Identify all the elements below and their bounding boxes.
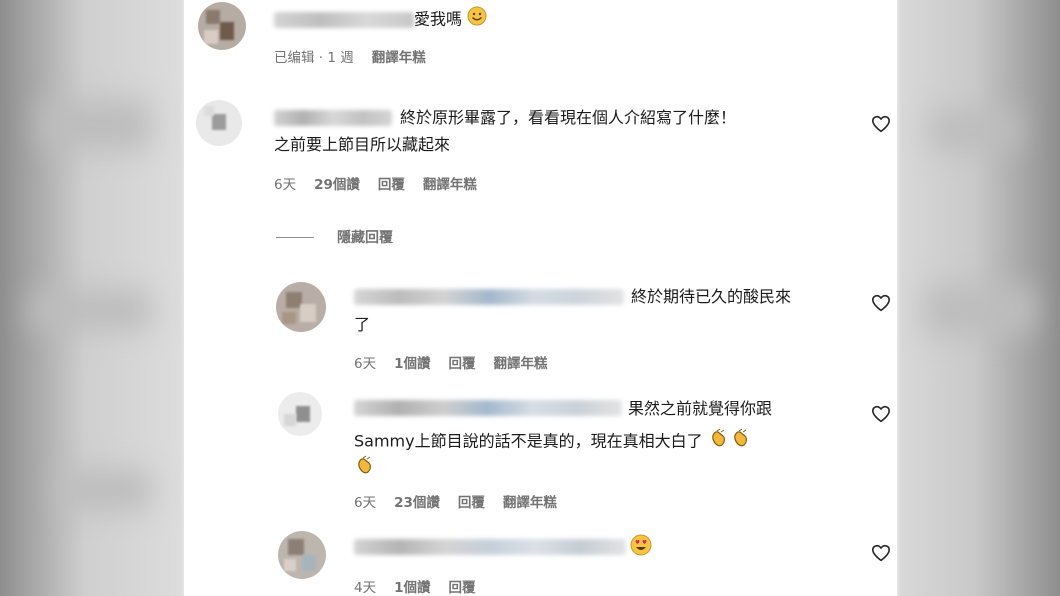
comments-panel: 愛我嗎 已编辑 · 1 週 翻譯年糕 終於原形畢露了，看看現在個人介紹寫了什麼！…: [184, 0, 897, 596]
avatar[interactable]: [196, 100, 242, 146]
avatar[interactable]: [278, 531, 326, 579]
translate-button[interactable]: 翻譯年糕: [494, 352, 548, 372]
clapping-hands-icon: [730, 427, 752, 457]
reply-button[interactable]: 回覆: [449, 576, 476, 596]
edited-label: 已编辑 · 1 週: [274, 50, 354, 66]
reply-button[interactable]: 回覆: [378, 173, 405, 193]
smiling-face-icon: [467, 6, 487, 34]
avatar[interactable]: [278, 392, 322, 436]
translate-button[interactable]: 翻譯年糕: [423, 173, 477, 193]
reply-meta: 4天 1個讚 回覆: [354, 576, 476, 596]
like-heart-icon[interactable]: [871, 544, 891, 562]
like-heart-icon[interactable]: [871, 115, 891, 133]
comment-text-line2: 之前要上節目所以藏起來: [274, 135, 451, 154]
translate-button[interactable]: 翻譯年糕: [372, 46, 426, 66]
clapping-hands-icon: [708, 427, 730, 457]
username-blurred[interactable]: [354, 400, 622, 416]
divider-line: [276, 237, 314, 238]
comment-text: 愛我嗎: [414, 6, 487, 34]
heart-eyes-icon: [630, 534, 652, 564]
background-blur-left-1: [40, 100, 150, 150]
likes-count[interactable]: 1個讚: [394, 352, 430, 372]
avatar[interactable]: [276, 282, 326, 332]
translate-button[interactable]: 翻譯年糕: [503, 491, 557, 511]
username-blurred[interactable]: [354, 289, 624, 305]
background-blur-right-2: [930, 110, 1020, 150]
comment-meta: 6天 29個讚 回覆 翻譯年糕: [274, 173, 477, 193]
likes-count[interactable]: 23個讚: [394, 491, 440, 511]
reply-meta: 6天 23個讚 回覆 翻譯年糕: [354, 491, 557, 511]
reply-text-line2: Sammy上節目說的話不是真的，現在真相大白了: [354, 427, 752, 457]
username-blurred[interactable]: [354, 539, 626, 555]
avatar[interactable]: [198, 2, 246, 50]
timestamp: 6天: [354, 495, 377, 511]
reply-meta: 6天 1個讚 回覆 翻譯年糕: [354, 352, 548, 372]
reply-text: [630, 534, 652, 564]
likes-count[interactable]: 29個讚: [314, 173, 360, 193]
timestamp: 6天: [274, 177, 297, 193]
reply-text-line2: 了: [354, 315, 371, 334]
reply-text-line3: [354, 454, 376, 484]
background-blur-left-3: [60, 470, 150, 510]
background-blur-right-1: [925, 285, 1035, 335]
comment-meta: 已编辑 · 1 週 翻譯年糕: [274, 46, 426, 66]
username-blurred[interactable]: [274, 12, 414, 28]
hide-replies-button[interactable]: 隱藏回覆: [337, 227, 393, 247]
username-blurred[interactable]: [274, 110, 392, 126]
like-heart-icon[interactable]: [871, 405, 891, 423]
likes-count[interactable]: 1個讚: [394, 576, 430, 596]
like-heart-icon[interactable]: [871, 294, 891, 312]
clapping-hands-icon: [354, 454, 376, 484]
timestamp: 4天: [354, 580, 377, 596]
reply-text-line1: 果然之前就覺得你跟: [628, 399, 773, 418]
reply-button[interactable]: 回覆: [449, 352, 476, 372]
reply-text-line1: 終於期待已久的酸民來: [631, 287, 792, 306]
reply-button[interactable]: 回覆: [458, 491, 485, 511]
comment-text-line1: 終於原形畢露了，看看現在個人介紹寫了什麼！: [400, 108, 737, 127]
background-blur-left-2: [30, 290, 150, 330]
timestamp: 6天: [354, 356, 377, 372]
